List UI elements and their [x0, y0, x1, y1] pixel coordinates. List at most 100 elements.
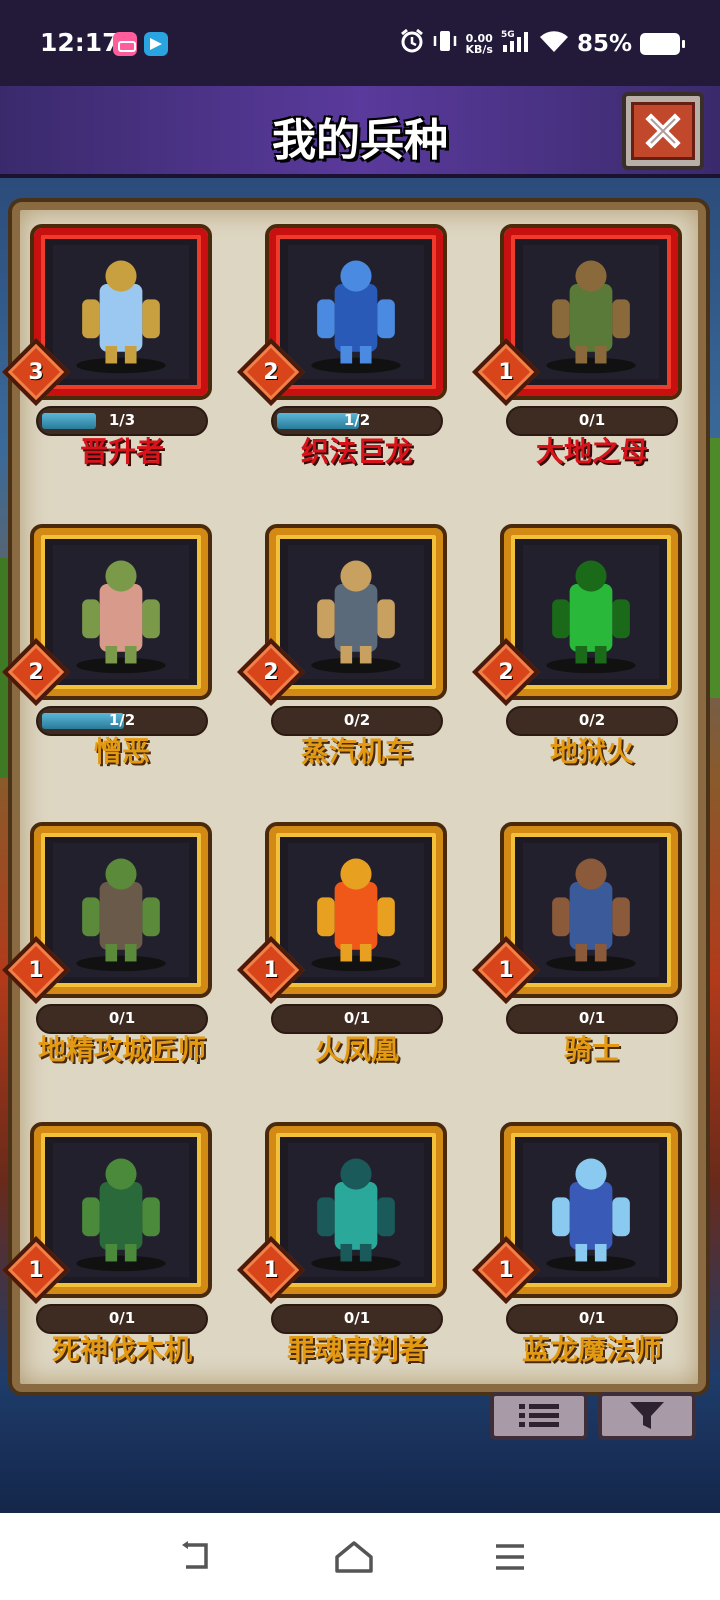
unit-card[interactable]: 1 0/1 骑士 [472, 822, 706, 1116]
progress-bar: 0/2 [506, 706, 678, 736]
unit-card[interactable]: 1 0/1 地精攻城匠师 [2, 822, 236, 1116]
progress-bar: 0/1 [506, 1304, 678, 1334]
title-bar: 我的兵种 [0, 86, 720, 178]
unit-portrait [523, 843, 659, 977]
nav-home-button[interactable] [332, 1535, 376, 1579]
unit-name: 死神伐木机 [51, 1333, 192, 1366]
progress-text: 1/2 [108, 711, 136, 729]
progress-text: 0/1 [108, 1009, 136, 1027]
home-icon [335, 1541, 373, 1573]
progress-text: 0/2 [343, 711, 371, 729]
level-number: 1 [28, 1257, 44, 1283]
status-time: 12:17 [40, 28, 120, 57]
net-speed: 0.00 KB/s [465, 33, 492, 55]
progress-text: 0/2 [578, 711, 606, 729]
unit-name: 织法巨龙 [300, 435, 413, 468]
progress-bar: 1/2 [271, 406, 443, 436]
unit-card[interactable]: 1 0/1 大地之母 [472, 224, 706, 518]
unit-name: 大地之母 [535, 435, 648, 468]
list-icon [519, 1404, 559, 1427]
unit-name: 蒸汽机车 [300, 735, 413, 768]
unit-card[interactable]: 2 0/2 地狱火 [472, 524, 706, 818]
unit-name: 憎恶 [93, 735, 150, 768]
level-number: 1 [498, 1257, 514, 1283]
unit-portrait [53, 545, 189, 679]
network-type: 5G [501, 30, 515, 40]
unit-name: 晋升者 [79, 435, 164, 468]
progress-bar: 0/2 [271, 706, 443, 736]
unit-portrait [53, 245, 189, 379]
telegram-app-icon [144, 32, 168, 56]
unit-portrait [523, 545, 659, 679]
unit-card[interactable]: 1 0/1 死神伐木机 [2, 1122, 236, 1416]
unit-portrait [288, 843, 424, 977]
progress-bar: 0/1 [506, 406, 678, 436]
alarm-icon [399, 28, 425, 60]
level-number: 1 [28, 957, 44, 983]
status-bar: 12:17 0.00 KB/s 5G 85% [0, 0, 720, 86]
unit-card[interactable]: 2 0/2 蒸汽机车 [237, 524, 471, 818]
close-button[interactable] [622, 92, 704, 170]
progress-text: 0/1 [578, 1009, 606, 1027]
progress-bar: 0/1 [271, 1304, 443, 1334]
level-number: 1 [498, 359, 514, 385]
unit-card[interactable]: 1 0/1 火凤凰 [237, 822, 471, 1116]
unit-card[interactable]: 1 0/1 罪魂审判者 [237, 1122, 471, 1416]
level-number: 1 [498, 957, 514, 983]
progress-text: 1/3 [108, 411, 136, 429]
progress-text: 0/1 [578, 1309, 606, 1327]
unit-portrait [53, 843, 189, 977]
menu-icon [496, 1544, 524, 1570]
filter-button[interactable] [598, 1392, 696, 1440]
progress-bar: 0/1 [36, 1004, 208, 1034]
progress-text: 0/1 [578, 411, 606, 429]
unit-name: 蓝龙魔法师 [521, 1333, 662, 1366]
filter-icon [630, 1402, 664, 1429]
unit-portrait [53, 1143, 189, 1277]
unit-portrait [288, 1143, 424, 1277]
progress-bar: 0/1 [271, 1004, 443, 1034]
unit-name: 火凤凰 [314, 1033, 399, 1066]
unit-card[interactable]: 2 1/2 织法巨龙 [237, 224, 471, 518]
level-number: 1 [263, 1257, 279, 1283]
level-number: 2 [498, 659, 514, 685]
level-number: 2 [263, 659, 279, 685]
vibrate-icon [433, 28, 457, 60]
unit-card[interactable]: 2 1/2 憎恶 [2, 524, 236, 818]
unit-portrait [288, 545, 424, 679]
unit-name: 地精攻城匠师 [37, 1033, 206, 1066]
progress-bar: 0/1 [506, 1004, 678, 1034]
unit-portrait [523, 245, 659, 379]
level-number: 1 [263, 957, 279, 983]
back-icon [182, 1541, 208, 1569]
wifi-icon [539, 28, 569, 60]
progress-bar: 1/2 [36, 706, 208, 736]
unit-card[interactable]: 3 1/3 晋升者 [2, 224, 236, 518]
progress-text: 1/2 [343, 411, 371, 429]
level-number: 2 [263, 359, 279, 385]
cellular-signal-icon: 5G [501, 28, 531, 60]
battery-percent: 85% [576, 31, 632, 57]
nav-back-button[interactable] [174, 1535, 218, 1579]
unit-portrait [523, 1143, 659, 1277]
battery-level [642, 35, 673, 53]
level-number: 3 [28, 359, 44, 385]
progress-bar: 0/1 [36, 1304, 208, 1334]
level-number: 2 [28, 659, 44, 685]
unit-name: 骑士 [563, 1033, 620, 1066]
system-nav-bar [0, 1513, 720, 1600]
bilibili-app-icon [113, 32, 137, 56]
unit-card[interactable]: 1 0/1 蓝龙魔法师 [472, 1122, 706, 1416]
unit-grid: 3 1/3 晋升者 2 1/2 织法巨龙 1 0/1 大地之母 2 1/2 憎恶… [0, 0, 720, 1600]
unit-name: 地狱火 [549, 735, 634, 768]
progress-text: 0/1 [343, 1309, 371, 1327]
battery-icon [640, 33, 685, 55]
unit-name: 罪魂审判者 [286, 1333, 427, 1366]
nav-menu-button[interactable] [488, 1535, 532, 1579]
page-title: 我的兵种 [272, 115, 448, 166]
unit-portrait [288, 245, 424, 379]
list-view-button[interactable] [490, 1392, 588, 1440]
progress-bar: 1/3 [36, 406, 208, 436]
net-speed-unit: KB/s [465, 43, 493, 56]
close-icon [645, 113, 681, 149]
